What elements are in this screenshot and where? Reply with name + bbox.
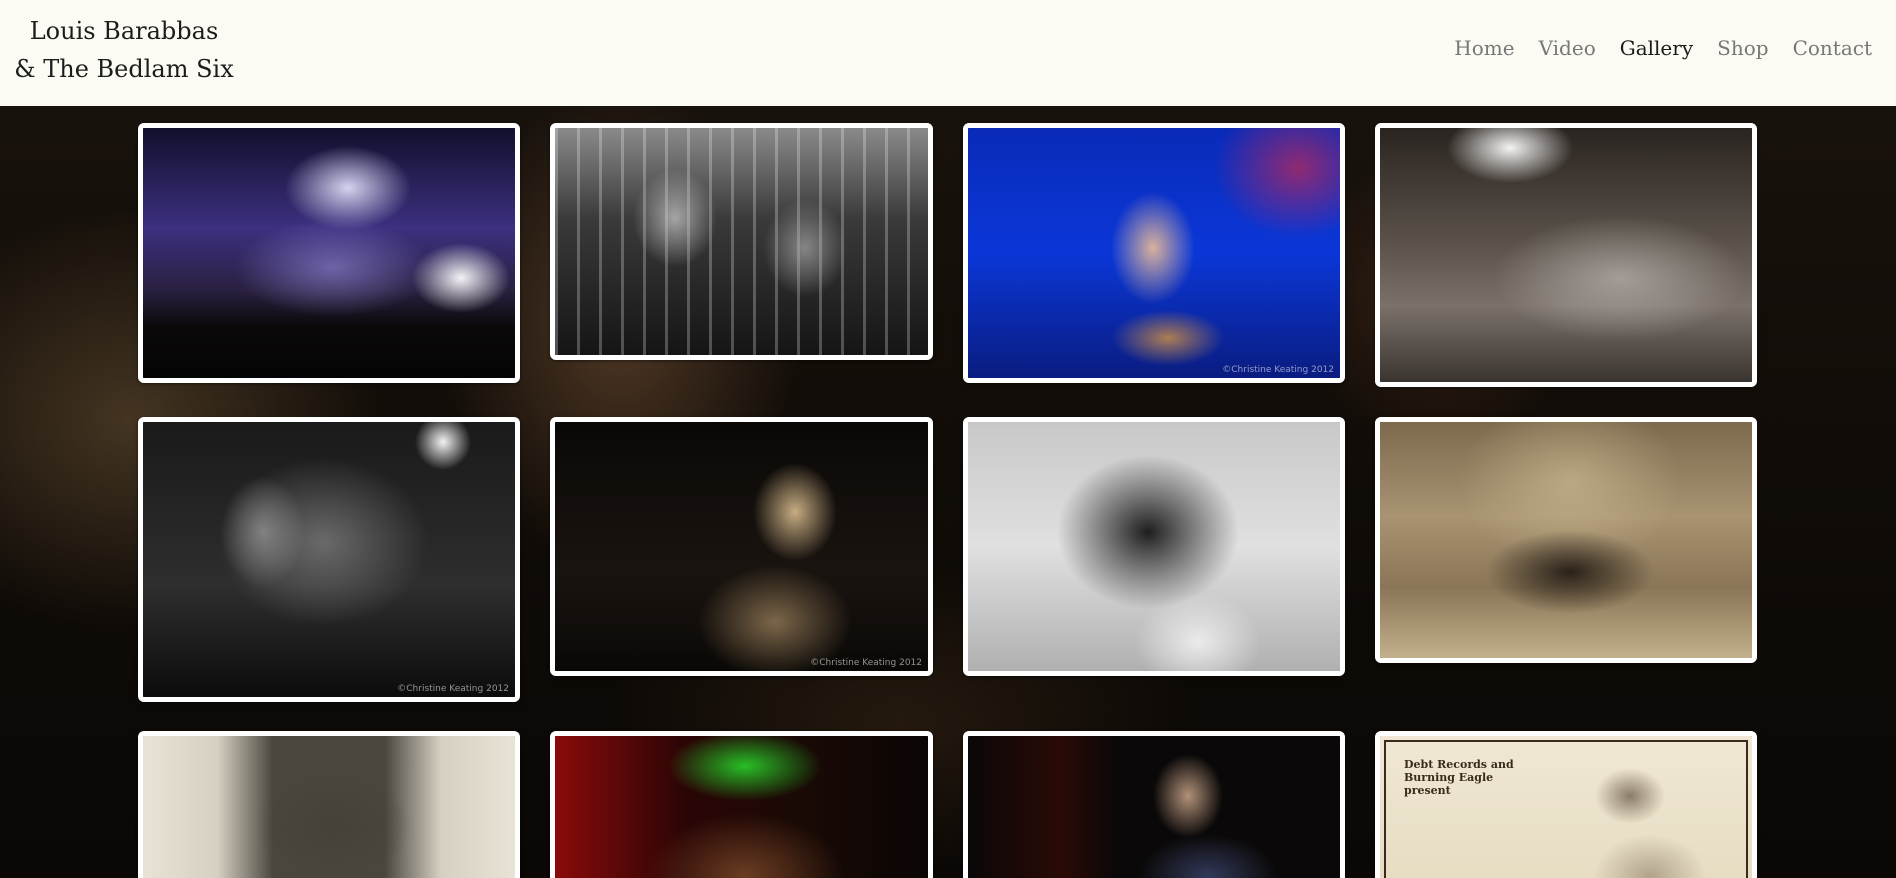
gallery-photo[interactable]: ©Christine Keating 2012 [550, 417, 933, 676]
gallery-photo[interactable] [138, 731, 520, 878]
nav-shop[interactable]: Shop [1717, 36, 1768, 60]
photo-carousel-bw [555, 128, 928, 355]
photo-singer-closeup-bw [968, 422, 1340, 671]
nav-contact[interactable]: Contact [1793, 36, 1872, 60]
site-logo[interactable]: Louis Barabbas & The Bedlam Six [14, 12, 234, 88]
site-title-line2: & The Bedlam Six [14, 55, 234, 83]
site-header: Louis Barabbas & The Bedlam Six Home Vid… [0, 0, 1896, 106]
gallery-photo[interactable] [963, 731, 1345, 878]
photo-trumpet-player [968, 736, 1340, 878]
photo-guitarist-blue: ©Christine Keating 2012 [968, 128, 1340, 378]
photo-bowler-hat-guitarist: ©Christine Keating 2012 [555, 422, 928, 671]
photo-green-hat-portrait [555, 736, 928, 878]
photo-credit: ©Christine Keating 2012 [1222, 365, 1334, 375]
nav-gallery[interactable]: Gallery [1620, 36, 1693, 60]
photo-band-doorway-sepia [143, 736, 515, 878]
gallery-photo[interactable]: ©Christine Keating 2012 [138, 417, 520, 702]
site-title-line1: Louis Barabbas [29, 17, 219, 45]
photo-stage-concert [143, 128, 515, 378]
gallery-photo[interactable] [550, 731, 933, 878]
gallery-photo[interactable]: Debt Records and Burning Eagle present [1375, 731, 1757, 878]
photo-credit: ©Christine Keating 2012 [810, 658, 922, 668]
poster-illustration [1530, 756, 1730, 878]
photo-keyboardist-bw: ©Christine Keating 2012 [143, 422, 515, 697]
gallery-photo[interactable] [1375, 123, 1757, 387]
main-nav: Home Video Gallery Shop Contact [1454, 36, 1872, 60]
gallery-photo[interactable] [550, 123, 933, 360]
nav-video[interactable]: Video [1539, 36, 1596, 60]
photo-jumping-guitarist [1380, 128, 1752, 382]
nav-home[interactable]: Home [1454, 36, 1514, 60]
gallery-photo[interactable] [1375, 417, 1757, 663]
photo-credit: ©Christine Keating 2012 [397, 684, 509, 694]
poster-text: Debt Records and Burning Eagle present [1404, 758, 1514, 797]
gallery-photo[interactable]: ©Christine Keating 2012 [963, 123, 1345, 383]
photo-band-with-car-sepia [1380, 422, 1752, 658]
gallery-photo[interactable] [138, 123, 520, 383]
photo-gig-poster: Debt Records and Burning Eagle present [1380, 736, 1752, 878]
gallery-photo[interactable] [963, 417, 1345, 676]
